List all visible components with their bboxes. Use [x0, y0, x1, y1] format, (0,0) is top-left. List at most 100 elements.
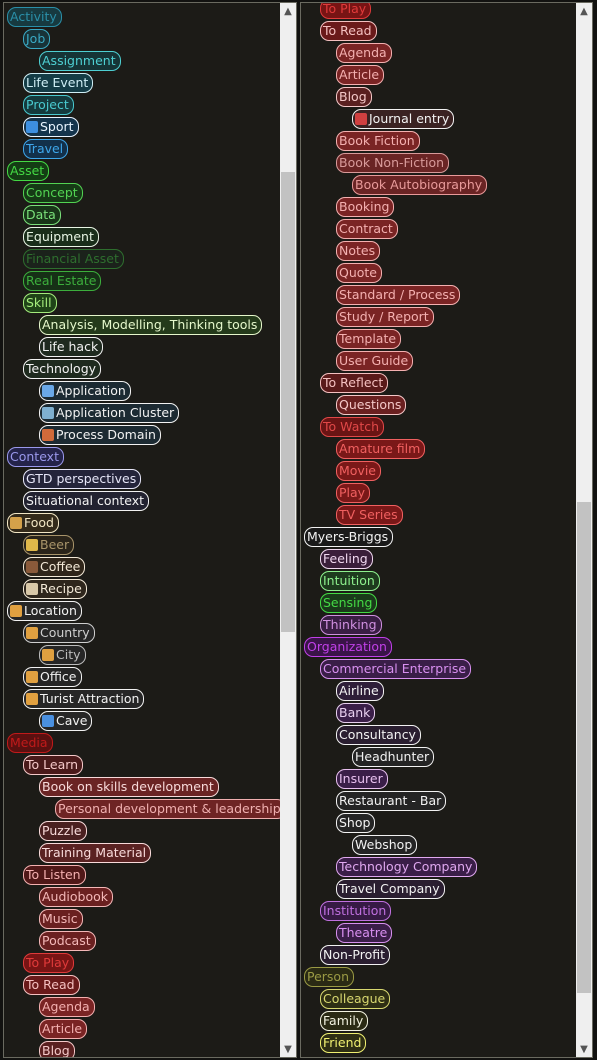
tag-pill[interactable]: To Play [320, 3, 372, 19]
tag-pill[interactable]: To Read [320, 21, 377, 41]
tag-pill[interactable]: Analysis, Modelling, Thinking tools [39, 315, 263, 335]
tag-pill[interactable]: Financial Asset [23, 249, 124, 269]
tag-pill[interactable]: Restaurant - Bar [336, 791, 447, 811]
tag-pill[interactable]: Application Cluster [39, 403, 180, 423]
scroll-up-arrow-icon[interactable]: ▲ [280, 3, 296, 19]
tag-pill[interactable]: Booking [336, 197, 395, 217]
tree-item-asset[interactable]: Asset [7, 160, 50, 182]
tag-pill[interactable]: Book Non-Fiction [336, 153, 450, 173]
tag-pill[interactable]: To Learn [23, 755, 84, 775]
tag-pill[interactable]: Beer [23, 535, 75, 555]
tag-pill[interactable]: Sensing [320, 593, 378, 613]
tree-item-music[interactable]: Music [39, 908, 83, 930]
tree-item-book-on-skills-development[interactable]: Book on skills development [39, 776, 219, 798]
tree-item-turist-attraction[interactable]: Turist Attraction [23, 688, 145, 710]
tag-pill[interactable]: Assignment [39, 51, 121, 71]
tree-item-template[interactable]: Template [336, 328, 402, 350]
tag-pill[interactable]: Agenda [39, 997, 95, 1017]
tag-pill[interactable]: To Read [23, 975, 80, 995]
tree-item-movie[interactable]: Movie [336, 460, 381, 482]
tag-pill[interactable]: Book Autobiography [352, 175, 488, 195]
scroll-down-arrow-icon[interactable]: ▼ [576, 1041, 592, 1057]
tag-pill[interactable]: Recipe [23, 579, 87, 599]
tree-item-project[interactable]: Project [23, 94, 74, 116]
tag-pill[interactable]: Sport [23, 117, 79, 137]
tree-item-travel-company[interactable]: Travel Company [336, 878, 445, 900]
tag-pill[interactable]: To Play [23, 953, 75, 973]
tree-item-real-estate[interactable]: Real Estate [23, 270, 102, 292]
tag-pill[interactable]: Myers-Briggs [304, 527, 394, 547]
tree-item-application[interactable]: Application [39, 380, 131, 402]
tree-item-city[interactable]: City [39, 644, 86, 666]
tag-pill[interactable]: Webshop [352, 835, 418, 855]
tag-pill[interactable]: Consultancy [336, 725, 421, 745]
tree-item-family[interactable]: Family [320, 1010, 369, 1032]
right-scroll-thumb[interactable] [577, 502, 591, 993]
tree-item-organization[interactable]: Organization [304, 636, 392, 658]
tree-item-thinking[interactable]: Thinking [320, 614, 382, 636]
tree-item-coffee[interactable]: Coffee [23, 556, 86, 578]
tree-item-shop[interactable]: Shop [336, 812, 376, 834]
tag-pill[interactable]: Airline [336, 681, 384, 701]
tree-item-feeling[interactable]: Feeling [320, 548, 373, 570]
tree-item-agenda[interactable]: Agenda [39, 996, 95, 1018]
tag-pill[interactable]: Person [304, 967, 355, 987]
tag-pill[interactable]: Cave [39, 711, 93, 731]
tree-item-institution[interactable]: Institution [320, 900, 392, 922]
tag-pill[interactable]: Standard / Process [336, 285, 461, 305]
tag-pill[interactable]: Institution [320, 901, 392, 921]
tree-item-to-play[interactable]: To Play [320, 3, 372, 20]
tree-item-tv-series[interactable]: TV Series [336, 504, 403, 526]
tree-item-headhunter[interactable]: Headhunter [352, 746, 435, 768]
tree-item-book-fiction[interactable]: Book Fiction [336, 130, 420, 152]
tag-pill[interactable]: Headhunter [352, 747, 435, 767]
tag-pill[interactable]: Life Event [23, 73, 94, 93]
tag-pill[interactable]: Book on skills development [39, 777, 219, 797]
tree-item-person[interactable]: Person [304, 966, 355, 988]
tree-item-puzzle[interactable]: Puzzle [39, 820, 87, 842]
tree-item-podcast[interactable]: Podcast [39, 930, 96, 952]
tree-item-activity[interactable]: Activity [7, 6, 62, 28]
tag-pill[interactable]: Theatre [336, 923, 393, 943]
tag-pill[interactable]: Life hack [39, 337, 104, 357]
tag-pill[interactable]: Blog [336, 87, 372, 107]
tag-pill[interactable]: Equipment [23, 227, 99, 247]
tree-item-application-cluster[interactable]: Application Cluster [39, 402, 180, 424]
right-scrollbar[interactable]: ▲ ▼ [576, 3, 592, 1057]
tree-item-to-watch[interactable]: To Watch [320, 416, 385, 438]
tree-item-non-profit[interactable]: Non-Profit [320, 944, 391, 966]
tree-item-to-read[interactable]: To Read [320, 20, 377, 42]
left-scrollbar[interactable]: ▲ ▼ [280, 3, 296, 1057]
tag-pill[interactable]: Technology [23, 359, 102, 379]
tag-pill[interactable]: Skill [23, 293, 57, 313]
tag-pill[interactable]: Travel Company [336, 879, 445, 899]
tree-item-book-autobiography[interactable]: Book Autobiography [352, 174, 488, 196]
tree-item-questions[interactable]: Questions [336, 394, 407, 416]
tree-item-journal-entry[interactable]: Journal entry [352, 108, 455, 130]
tag-pill[interactable]: Puzzle [39, 821, 87, 841]
tag-pill[interactable]: Friend [320, 1033, 367, 1053]
tree-item-technology[interactable]: Technology [23, 358, 102, 380]
left-scroll-thumb[interactable] [281, 172, 295, 633]
tag-pill[interactable]: Notes [336, 241, 381, 261]
tree-item-technology-company[interactable]: Technology Company [336, 856, 478, 878]
tree-item-location[interactable]: Location [7, 600, 82, 622]
tag-pill[interactable]: To Listen [23, 865, 86, 885]
tree-item-media[interactable]: Media [7, 732, 53, 754]
tag-pill[interactable]: Blog [39, 1041, 75, 1057]
tree-item-theatre[interactable]: Theatre [336, 922, 393, 944]
tag-pill[interactable]: Personal development & leadership [55, 799, 280, 819]
tree-item-gtd-perspectives[interactable]: GTD perspectives [23, 468, 142, 490]
tree-item-concept[interactable]: Concept [23, 182, 83, 204]
tree-item-consultancy[interactable]: Consultancy [336, 724, 421, 746]
tree-item-blog[interactable]: Blog [336, 86, 372, 108]
tag-pill[interactable]: Context [7, 447, 64, 467]
tag-pill[interactable]: GTD perspectives [23, 469, 142, 489]
tree-item-colleague[interactable]: Colleague [320, 988, 391, 1010]
tree-item-airline[interactable]: Airline [336, 680, 384, 702]
tag-pill[interactable]: Shop [336, 813, 376, 833]
tree-item-to-reflect[interactable]: To Reflect [320, 372, 389, 394]
tree-item-life-hack[interactable]: Life hack [39, 336, 104, 358]
tag-pill[interactable]: Turist Attraction [23, 689, 145, 709]
tree-item-to-learn[interactable]: To Learn [23, 754, 84, 776]
